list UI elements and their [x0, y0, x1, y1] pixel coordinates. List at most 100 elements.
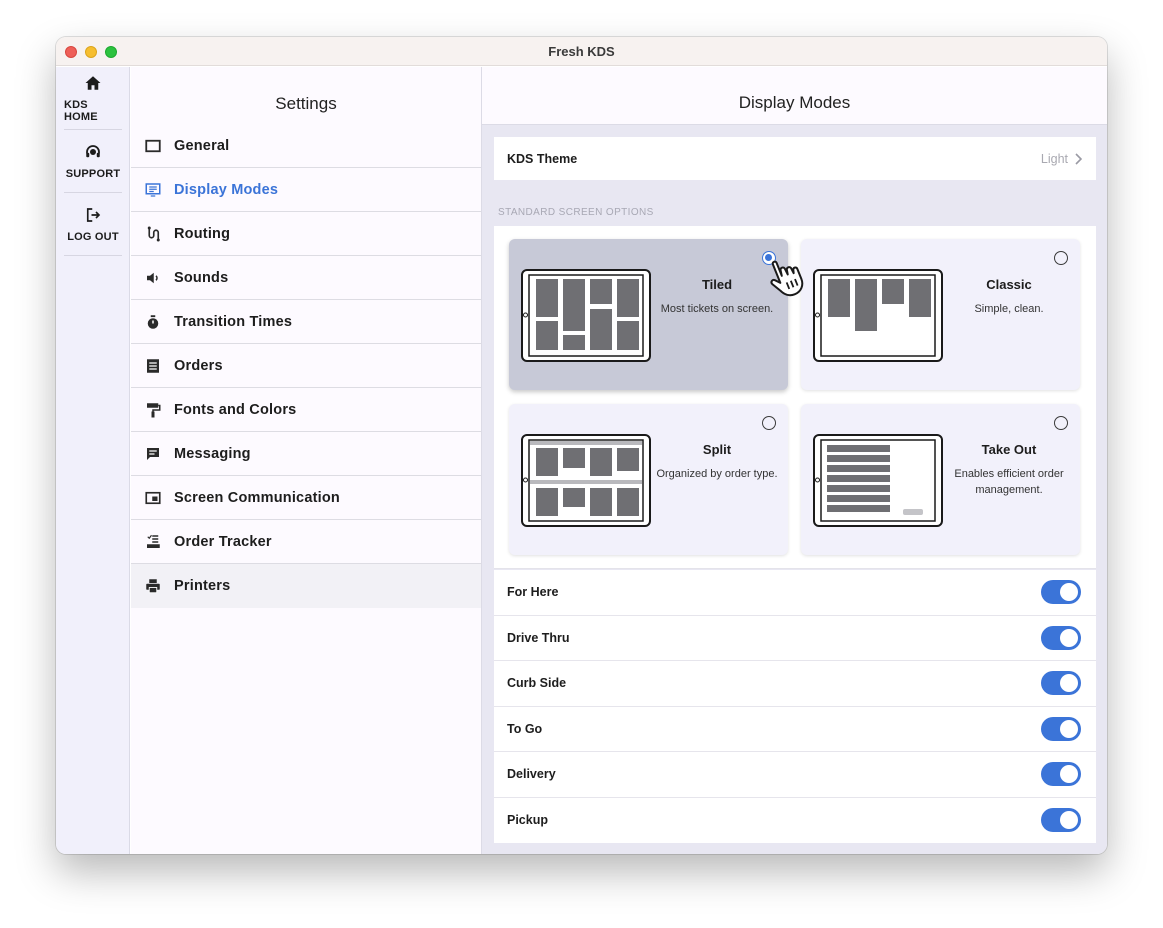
- mode-title: Classic: [986, 277, 1032, 292]
- mode-radio-split[interactable]: [762, 416, 776, 430]
- logout-icon: [86, 207, 101, 222]
- mode-card-tiled[interactable]: Tiled Most tickets on screen.: [509, 239, 788, 390]
- kds-theme-value: Light: [1041, 152, 1082, 166]
- close-window-button[interactable]: [65, 46, 77, 58]
- mode-description: Most tickets on screen.: [660, 303, 774, 315]
- toggle-label: Curb Side: [507, 676, 567, 691]
- zoom-window-button[interactable]: [105, 46, 117, 58]
- mode-radio-classic[interactable]: [1054, 251, 1068, 265]
- toggle-label: Pickup: [507, 813, 548, 828]
- menu-item-label: Transition Times: [174, 313, 293, 330]
- toggle-label: For Here: [507, 585, 559, 600]
- page-title: Display Modes: [738, 92, 851, 112]
- settings-menu: General Display Modes Routing Sounds Tra…: [131, 124, 481, 608]
- title-bar: Fresh KDS: [56, 37, 1107, 66]
- printer-icon: [146, 579, 160, 594]
- mode-card-text: Take Out Enables efficient order managem…: [946, 442, 1072, 498]
- mode-radio-take-out[interactable]: [1054, 416, 1068, 430]
- menu-item-transition-times[interactable]: Transition Times: [131, 300, 481, 344]
- mode-card-text: Classic Simple, clean.: [946, 277, 1072, 317]
- menu-item-messaging[interactable]: Messaging: [131, 432, 481, 476]
- toggle-label: Delivery: [507, 767, 556, 782]
- menu-item-label: Routing: [174, 225, 231, 242]
- toggle-label: To Go: [507, 721, 543, 736]
- rail-item-label: LOG OUT: [67, 230, 119, 243]
- take-out-layout-preview: [813, 434, 943, 527]
- mode-description: Organized by order type.: [656, 468, 778, 480]
- headset-icon: [86, 144, 100, 157]
- rail-item-support[interactable]: SUPPORT: [64, 130, 122, 193]
- for-here-switch[interactable]: [1041, 580, 1081, 605]
- menu-item-label: Fonts and Colors: [174, 401, 297, 418]
- rail-item-kds-home[interactable]: KDS HOME: [64, 67, 122, 130]
- mode-card-text: Split Organized by order type.: [654, 442, 780, 482]
- menu-item-fonts-and-colors[interactable]: Fonts and Colors: [131, 388, 481, 432]
- pickup-switch[interactable]: [1041, 808, 1081, 833]
- menu-item-label: Screen Communication: [174, 489, 340, 506]
- menu-item-general[interactable]: General: [131, 124, 481, 168]
- menu-item-display-modes[interactable]: Display Modes: [131, 168, 481, 212]
- tracker-icon: [147, 534, 160, 548]
- section-caption: STANDARD SCREEN OPTIONS: [498, 207, 654, 218]
- home-icon: [85, 75, 101, 90]
- kds-theme-value-text: Light: [1040, 151, 1068, 166]
- mode-card-classic[interactable]: Classic Simple, clean.: [801, 239, 1080, 390]
- mode-description: Enables efficient order management.: [954, 468, 1064, 496]
- to-go-switch[interactable]: [1041, 716, 1081, 741]
- stopwatch-icon: [147, 314, 159, 329]
- content-header: Display Modes: [482, 67, 1107, 125]
- menu-item-label: Display Modes: [174, 181, 279, 198]
- order-type-toggles: For Here Drive Thru Curb Side To Go Deli…: [494, 570, 1096, 843]
- nav-rail: KDS HOME SUPPORT LOG OUT: [56, 67, 130, 854]
- menu-item-order-tracker[interactable]: Order Tracker: [131, 520, 481, 564]
- speaker-icon: [147, 272, 158, 283]
- menu-item-label: Sounds: [174, 269, 229, 286]
- window-title: Fresh KDS: [548, 43, 615, 59]
- kds-theme-row[interactable]: KDS Theme Light: [494, 137, 1096, 180]
- minimize-window-button[interactable]: [85, 46, 97, 58]
- screen-icon: [145, 491, 161, 504]
- toggle-row-pickup: Pickup: [494, 797, 1096, 843]
- menu-item-orders[interactable]: Orders: [131, 344, 481, 388]
- settings-title: Settings: [275, 94, 337, 113]
- paint-roller-icon: [147, 402, 161, 417]
- list-icon: [147, 358, 159, 373]
- kds-theme-label: KDS Theme: [507, 151, 578, 166]
- rail-item-label: KDS HOME: [64, 98, 98, 123]
- rail-item-log-out[interactable]: LOG OUT: [64, 193, 122, 256]
- toggle-row-drive-thru: Drive Thru: [494, 615, 1096, 661]
- mode-description: Simple, clean.: [974, 303, 1044, 315]
- menu-item-printers[interactable]: Printers: [131, 564, 481, 608]
- menu-item-label: Printers: [174, 578, 231, 594]
- rail-item-label: SUPPORT: [65, 167, 121, 180]
- menu-item-label: Messaging: [174, 445, 251, 462]
- split-layout-preview: [521, 434, 651, 527]
- mode-card-text: Tiled Most tickets on screen.: [654, 277, 780, 317]
- message-icon: [147, 447, 159, 460]
- curb-side-switch[interactable]: [1041, 671, 1081, 696]
- mode-title: Take Out: [981, 442, 1037, 457]
- chevron-right-icon: [1075, 152, 1082, 165]
- menu-item-sounds[interactable]: Sounds: [131, 256, 481, 300]
- display-modes-content: Display Modes KDS Theme Light STANDARD S…: [482, 67, 1107, 854]
- toggle-row-to-go: To Go: [494, 706, 1096, 752]
- app-window: Fresh KDS KDS HOME SUPPORT LOG OUT Setti…: [56, 37, 1107, 854]
- drive-thru-switch[interactable]: [1041, 625, 1081, 650]
- mode-title: Split: [702, 442, 732, 457]
- menu-item-screen-communication[interactable]: Screen Communication: [131, 476, 481, 520]
- window-icon: [145, 139, 161, 152]
- delivery-switch[interactable]: [1041, 762, 1081, 787]
- menu-item-label: Order Tracker: [174, 533, 272, 550]
- menu-item-label: Orders: [174, 357, 223, 374]
- menu-item-routing[interactable]: Routing: [131, 212, 481, 256]
- settings-panel: Settings General Display Modes Routing S…: [131, 67, 482, 854]
- mode-card-take-out[interactable]: Take Out Enables efficient order managem…: [801, 404, 1080, 555]
- hand-pointer-cursor-icon: [770, 260, 804, 297]
- display-icon: [145, 182, 161, 197]
- mode-card-split[interactable]: Split Organized by order type.: [509, 404, 788, 555]
- mode-title: Tiled: [701, 277, 733, 292]
- toggle-label: Drive Thru: [507, 630, 570, 645]
- menu-item-label: General: [174, 137, 230, 154]
- toggle-row-delivery: Delivery: [494, 752, 1096, 798]
- tiled-layout-preview: [521, 269, 651, 362]
